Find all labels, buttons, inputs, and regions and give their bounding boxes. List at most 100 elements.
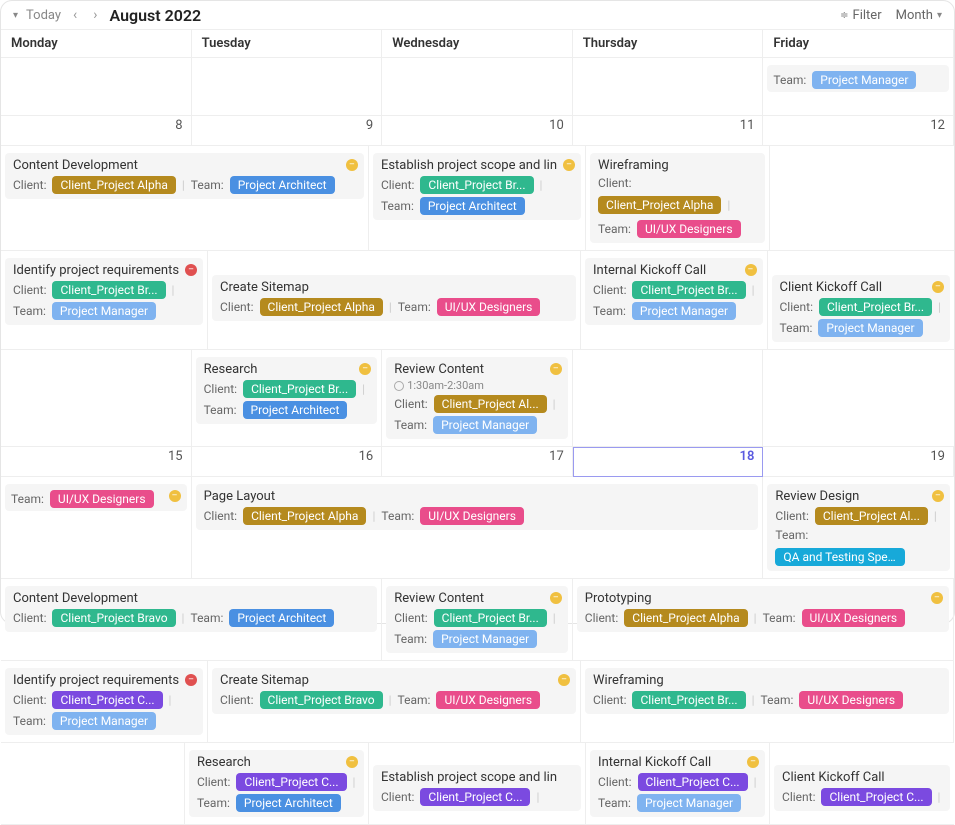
client-pill[interactable]: Client_Project Br...: [632, 691, 745, 709]
cell-thu-11-date[interactable]: 11: [573, 116, 764, 146]
team-pill[interactable]: QA and Testing Special: [775, 548, 905, 566]
event-research-2[interactable]: – Research Client: Client_Project C... |…: [189, 750, 364, 817]
client-pill[interactable]: Client_Project Alpha: [598, 196, 721, 214]
client-pill[interactable]: Client_Project Alpha: [243, 507, 366, 525]
event-content-dev[interactable]: – Content Development Client: Client_Pro…: [5, 153, 364, 199]
today-button[interactable]: Today: [26, 8, 61, 23]
event-wireframing-2[interactable]: Wireframing Client: Client_Project Br...…: [585, 668, 949, 714]
header-friday: Friday: [763, 30, 954, 58]
team-pill[interactable]: Project Manager: [637, 794, 741, 812]
event-prototyping[interactable]: – Prototyping Client: Client_Project Alp…: [577, 586, 949, 632]
team-pill[interactable]: Project Manager: [52, 302, 156, 320]
team-label: Team:: [13, 714, 46, 728]
event-review-content[interactable]: – Review Content 1:30am-2:30am Client: C…: [386, 357, 568, 439]
filter-icon: ≑: [840, 10, 848, 21]
team-pill[interactable]: UI/UX Designers: [802, 609, 906, 627]
client-pill[interactable]: Client_Project Br...: [243, 380, 356, 398]
client-pill[interactable]: Client_Project Bravo: [260, 691, 383, 709]
filter-button[interactable]: ≑Filter: [840, 8, 881, 23]
client-pill[interactable]: Client_Project Alpha: [624, 609, 747, 627]
status-icon: –: [346, 159, 358, 171]
cell-date-19[interactable]: 19: [763, 447, 954, 477]
cell-mon-8-top[interactable]: [1, 58, 192, 116]
cell-fri-12-date[interactable]: 12: [763, 116, 954, 146]
event-wireframing[interactable]: Wireframing Client: Client_Project Alpha…: [590, 153, 765, 243]
cell-tue-9-top[interactable]: [192, 58, 383, 116]
client-pill[interactable]: Client_Project C...: [420, 788, 530, 806]
cell-tue-9-date[interactable]: 9: [192, 116, 383, 146]
event-identify-req-2[interactable]: – Identify project requirements Client: …: [5, 668, 203, 735]
client-pill[interactable]: Client_Project Br...: [434, 609, 547, 627]
client-pill[interactable]: Client_Project Alpha: [52, 176, 175, 194]
team-label: Team:: [197, 796, 230, 810]
client-pill[interactable]: Client_Project Bravo: [52, 609, 175, 627]
client-pill[interactable]: Client_Project C...: [236, 773, 346, 791]
team-pill[interactable]: Project Architect: [243, 401, 348, 419]
team-pill[interactable]: Project Manager: [812, 71, 916, 89]
team-pill[interactable]: Project Architect: [229, 609, 334, 627]
event-client-kickoff-2[interactable]: Client Kickoff Call Client: Client_Proje…: [774, 765, 950, 811]
status-icon: –: [550, 592, 562, 604]
client-label: Client:: [593, 283, 626, 297]
event-establish-scope[interactable]: – Establish project scope and lin Client…: [373, 153, 581, 220]
client-pill[interactable]: Client_Project Br...: [632, 281, 745, 299]
team-pill[interactable]: UI/UX Designers: [637, 220, 741, 238]
team-pill[interactable]: Project Manager: [433, 630, 537, 648]
team-pill[interactable]: Project Manager: [818, 319, 922, 337]
team-label: Team:: [190, 611, 223, 625]
client-pill[interactable]: Client_Project Br...: [420, 176, 533, 194]
event-title: Identify project requirements: [13, 263, 195, 278]
next-month-button[interactable]: ›: [89, 5, 101, 25]
status-icon: –: [932, 490, 944, 502]
event-create-sitemap-2[interactable]: – Create Sitemap Client: Client_Project …: [212, 668, 576, 714]
cell-date-18[interactable]: 18: [573, 447, 764, 477]
team-pill[interactable]: Project Architect: [420, 197, 525, 215]
client-pill[interactable]: Client_Project Br...: [819, 298, 932, 316]
team-pill[interactable]: Project Architect: [236, 794, 341, 812]
event-identify-req[interactable]: – Identify project requirements Client: …: [5, 258, 203, 325]
event-partial-team[interactable]: Team: Project Manager: [767, 65, 949, 92]
client-pill[interactable]: Client_Project Br...: [52, 281, 165, 299]
team-pill[interactable]: UI/UX Designers: [436, 691, 540, 709]
view-label: Month: [896, 8, 933, 23]
team-pill[interactable]: Project Manager: [433, 416, 537, 434]
event-review-content-2[interactable]: – Review Content Client: Client_Project …: [386, 586, 568, 653]
event-client-kickoff[interactable]: – Client Kickoff Call Client: Client_Pro…: [772, 275, 951, 342]
collapse-icon[interactable]: ▾: [13, 10, 18, 21]
event-internal-kickoff[interactable]: – Internal Kickoff Call Client: Client_P…: [585, 258, 762, 325]
client-pill[interactable]: Client_Project Al...: [434, 395, 547, 413]
team-label: Team:: [394, 418, 427, 432]
client-label: Client:: [13, 611, 46, 625]
cell-date-16[interactable]: 16: [192, 447, 383, 477]
cell-wed-10-date[interactable]: 10: [382, 116, 573, 146]
client-pill[interactable]: Client_Project C...: [52, 691, 162, 709]
event-page-layout[interactable]: Page Layout Client: Client_Project Alpha…: [196, 484, 759, 530]
cell-thu-11-top[interactable]: [573, 58, 764, 116]
prev-month-button[interactable]: ‹: [69, 5, 81, 25]
team-pill[interactable]: Project Manager: [632, 302, 736, 320]
client-pill[interactable]: Client_Project C...: [638, 773, 748, 791]
client-pill[interactable]: Client_Project Alpha: [260, 298, 383, 316]
event-internal-kickoff-2[interactable]: – Internal Kickoff Call Client: Client_P…: [590, 750, 765, 817]
team-pill[interactable]: Project Manager: [52, 712, 156, 730]
cell-wed-10-top[interactable]: [382, 58, 573, 116]
cell-date-17[interactable]: 17: [382, 447, 573, 477]
event-research[interactable]: – Research Client: Client_Project Br... …: [196, 357, 378, 424]
cell-date-15[interactable]: 15: [1, 447, 192, 477]
cell-mon-8-date[interactable]: 8: [1, 116, 192, 146]
team-pill[interactable]: UI/UX Designers: [50, 490, 154, 508]
event-review-design[interactable]: – Review Design Client: Client_Project A…: [767, 484, 950, 571]
event-title: Research: [197, 755, 356, 770]
event-establish-scope-2[interactable]: Establish project scope and lin Client: …: [373, 765, 581, 811]
client-pill[interactable]: Client_Project Al...: [815, 507, 928, 525]
event-team-only[interactable]: – Team: UI/UX Designers: [5, 484, 187, 511]
team-pill[interactable]: Project Architect: [230, 176, 335, 194]
view-selector[interactable]: Month ▾: [896, 8, 942, 23]
event-create-sitemap[interactable]: Create Sitemap Client: Client_Project Al…: [212, 275, 576, 321]
team-pill[interactable]: UI/UX Designers: [437, 298, 541, 316]
team-pill[interactable]: UI/UX Designers: [420, 507, 524, 525]
event-content-dev-2[interactable]: Content Development Client: Client_Proje…: [5, 586, 377, 632]
team-pill[interactable]: UI/UX Designers: [799, 691, 903, 709]
cell-fri-12-top[interactable]: Team: Project Manager: [763, 58, 954, 116]
client-pill[interactable]: Client_Project C...: [821, 788, 931, 806]
